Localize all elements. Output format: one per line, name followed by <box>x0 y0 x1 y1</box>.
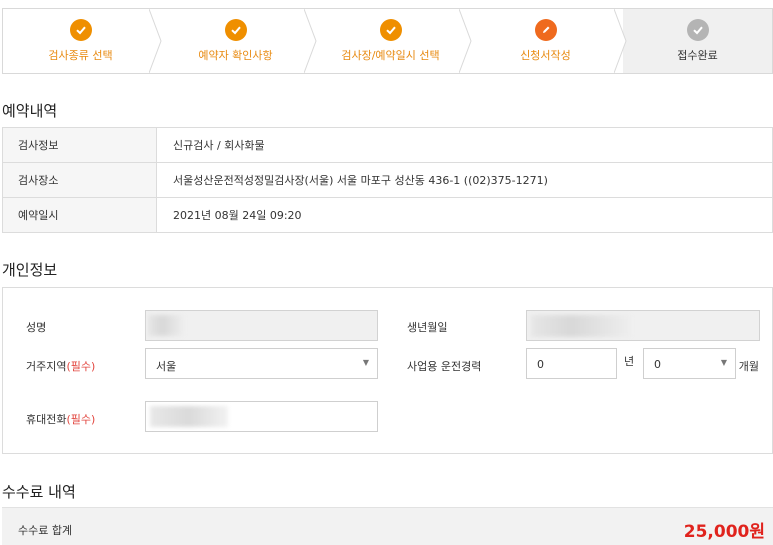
row-value: 2021년 08월 24일 09:20 <box>156 197 773 233</box>
check-icon <box>69 19 92 41</box>
phone-input[interactable] <box>145 401 378 432</box>
personal-title: 개인정보 <box>2 261 58 279</box>
step-label: 검사종류 선택 <box>48 49 113 62</box>
table-row: 검사장소 서울성산운전적성정밀검사장(서울) 서울 마포구 성산동 436-1 … <box>2 162 773 198</box>
redacted-name <box>148 315 184 336</box>
table-row: 예약일시 2021년 08월 24일 09:20 <box>2 197 773 233</box>
pencil-icon <box>534 19 557 41</box>
birth-label: 생년월일 <box>407 321 448 334</box>
table-row: 검사정보 신규검사 / 회사화물 <box>2 127 773 163</box>
step-4: 신청서작성 <box>468 9 627 73</box>
region-label: 거주지역(필수) <box>26 360 96 373</box>
chevron-down-icon: ▼ <box>362 358 369 367</box>
row-label: 검사정보 <box>2 127 157 163</box>
name-field <box>145 310 378 341</box>
row-value: 서울성산운전적성정밀검사장(서울) 서울 마포구 성산동 436-1 ((02)… <box>156 162 773 198</box>
step-label: 신청서작성 <box>520 49 571 62</box>
row-label: 예약일시 <box>2 197 157 233</box>
fee-total-value: 25,000원 <box>683 522 765 542</box>
fee-total-label: 수수료 합계 <box>18 524 73 537</box>
step-label: 검사장/예약일시 선택 <box>341 49 440 62</box>
career-label: 사업용 운전경력 <box>407 360 482 373</box>
step-label: 예약자 확인사항 <box>198 49 273 62</box>
name-label: 성명 <box>26 321 47 334</box>
check-icon <box>379 19 402 41</box>
check-icon <box>686 19 709 41</box>
check-icon <box>224 19 247 41</box>
redacted-phone <box>150 406 228 427</box>
phone-label: 휴대전화(필수) <box>26 413 96 426</box>
reservation-table: 검사정보 신규검사 / 회사화물 검사장소 서울성산운전적성정밀검사장(서울) … <box>2 127 773 233</box>
step-5: 접수완료 <box>623 9 772 73</box>
progress-steps: 검사종류 선택 예약자 확인사항 검사장/예약일시 선택 신청서작성 접수완료 <box>2 8 773 74</box>
fee-title: 수수료 내역 <box>2 483 76 501</box>
birth-field <box>526 310 760 341</box>
redacted-birth <box>531 315 631 337</box>
region-value: 서울 <box>156 360 177 373</box>
reservation-title: 예약내역 <box>2 102 58 120</box>
personal-info-form: 성명 생년월일 거주지역(필수) 서울 ▼ 사업용 운전경력 0 년 0 ▼ 개… <box>2 287 773 454</box>
step-2: 예약자 확인사항 <box>158 9 317 73</box>
row-label: 검사장소 <box>2 162 157 198</box>
step-label: 접수완료 <box>677 49 718 62</box>
step-3: 검사장/예약일시 선택 <box>313 9 472 73</box>
step-1: 검사종류 선택 <box>3 9 162 73</box>
row-value: 신규검사 / 회사화물 <box>156 127 773 163</box>
fee-summary: 수수료 합계 25,000원 <box>2 507 773 545</box>
region-select[interactable]: 서울 ▼ <box>145 348 378 379</box>
months-unit: 개월 <box>738 360 759 373</box>
